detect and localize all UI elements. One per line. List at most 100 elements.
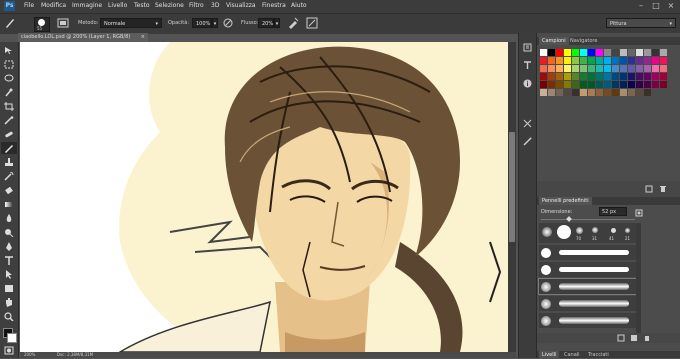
- color-swatch[interactable]: [588, 65, 595, 72]
- color-swatch[interactable]: [540, 57, 547, 64]
- minimize-button[interactable]: –: [636, 2, 646, 10]
- color-swatch[interactable]: [620, 89, 627, 96]
- color-swatch[interactable]: [620, 57, 627, 64]
- color-swatch[interactable]: [644, 81, 651, 88]
- color-swatch[interactable]: [628, 57, 635, 64]
- tab-brush-presets[interactable]: Pennelli predefiniti: [539, 197, 592, 205]
- color-swatch[interactable]: [580, 89, 587, 96]
- quick-selection-tool-icon[interactable]: [4, 88, 14, 97]
- brush-stroke-preview-3[interactable]: [538, 278, 637, 295]
- menu-immagine[interactable]: Immagine: [72, 2, 102, 9]
- color-swatch[interactable]: [596, 65, 603, 72]
- color-swatch[interactable]: [620, 49, 627, 56]
- color-swatch[interactable]: [540, 81, 547, 88]
- color-swatch[interactable]: [564, 57, 571, 64]
- menu-livello[interactable]: Livello: [108, 2, 127, 9]
- tab-navigator[interactable]: Navigatore: [567, 37, 600, 45]
- color-swatch[interactable]: [564, 49, 571, 56]
- new-swatch-icon[interactable]: [645, 185, 653, 193]
- color-swatch[interactable]: [596, 49, 603, 56]
- opacita-dropdown-button[interactable]: ▾: [212, 18, 218, 28]
- brush-stroke-preview-5[interactable]: [539, 313, 636, 328]
- color-swatch[interactable]: [548, 73, 555, 80]
- color-swatch[interactable]: [636, 73, 643, 80]
- close-button[interactable]: ×: [666, 2, 676, 10]
- menu-visualizza[interactable]: Visualizza: [226, 2, 256, 9]
- color-swatch[interactable]: [652, 73, 659, 80]
- color-swatch[interactable]: [636, 89, 643, 96]
- color-swatch[interactable]: [644, 65, 651, 72]
- color-swatch[interactable]: [540, 49, 547, 56]
- color-swatch[interactable]: [556, 49, 563, 56]
- move-tool-icon[interactable]: [4, 46, 14, 55]
- shape-tool-icon[interactable]: [4, 284, 14, 293]
- color-swatch[interactable]: [644, 49, 651, 56]
- color-swatch[interactable]: [636, 57, 643, 64]
- color-swatch[interactable]: [572, 81, 579, 88]
- color-swatch[interactable]: [628, 49, 635, 56]
- color-swatch[interactable]: [612, 73, 619, 80]
- menu-file[interactable]: File: [24, 2, 34, 9]
- brush-panel-toggle-icon[interactable]: [57, 17, 69, 29]
- color-swatch[interactable]: [652, 81, 659, 88]
- color-swatch[interactable]: [548, 49, 555, 56]
- pressure-size-icon[interactable]: [306, 17, 318, 29]
- color-swatch[interactable]: [620, 65, 627, 72]
- brush-panel-icon[interactable]: [523, 137, 532, 146]
- color-swatch[interactable]: [652, 65, 659, 72]
- color-swatch[interactable]: [596, 81, 603, 88]
- brush-stroke-preview-1[interactable]: [539, 245, 636, 260]
- close-tab-icon[interactable]: ×: [141, 33, 145, 42]
- brush-tip-41[interactable]: [611, 228, 616, 233]
- color-swatch[interactable]: [604, 73, 611, 80]
- menu-aiuto[interactable]: Aiuto: [291, 2, 307, 9]
- color-swatch[interactable]: [628, 65, 635, 72]
- color-swatch[interactable]: [636, 65, 643, 72]
- flusso-dropdown-button[interactable]: ▾: [274, 18, 280, 28]
- delete-swatch-icon[interactable]: [659, 185, 667, 193]
- color-swatch[interactable]: [636, 81, 643, 88]
- color-swatch[interactable]: [604, 57, 611, 64]
- scrollbar-thumb[interactable]: [509, 132, 515, 242]
- color-swatch[interactable]: [572, 65, 579, 72]
- color-swatch[interactable]: [556, 89, 563, 96]
- color-swatch[interactable]: [572, 49, 579, 56]
- color-swatch[interactable]: [660, 57, 667, 64]
- color-swatch[interactable]: [548, 81, 555, 88]
- document-canvas[interactable]: [20, 42, 508, 352]
- airbrush-icon[interactable]: [287, 17, 299, 29]
- color-swatch[interactable]: [580, 57, 587, 64]
- color-swatch[interactable]: [588, 89, 595, 96]
- eraser-tool-icon[interactable]: [4, 186, 14, 195]
- brush-tip-31[interactable]: [592, 227, 598, 233]
- quick-mask-icon[interactable]: [4, 346, 14, 355]
- menu-finestra[interactable]: Finestra: [262, 2, 286, 9]
- metodo-select[interactable]: Normale ▾: [100, 18, 162, 28]
- color-swatch[interactable]: [604, 65, 611, 72]
- path-selection-tool-icon[interactable]: [4, 270, 14, 279]
- color-swatch[interactable]: [564, 65, 571, 72]
- brush-tip-soft[interactable]: [542, 227, 552, 237]
- color-swatch[interactable]: [580, 73, 587, 80]
- marquee-tool-icon[interactable]: [4, 60, 14, 69]
- tool-presets-panel-icon[interactable]: [523, 119, 532, 128]
- menu-selezione[interactable]: Selezione: [155, 2, 184, 9]
- color-swatch[interactable]: [660, 73, 667, 80]
- color-swatch[interactable]: [548, 65, 555, 72]
- color-swatch[interactable]: [652, 49, 659, 56]
- color-swatch[interactable]: [620, 73, 627, 80]
- dodge-tool-icon[interactable]: [4, 228, 14, 237]
- color-swatch[interactable]: [548, 57, 555, 64]
- clone-stamp-tool-icon[interactable]: [4, 158, 14, 167]
- size-slider-track[interactable]: [541, 219, 635, 220]
- color-swatch[interactable]: [564, 89, 571, 96]
- canvas-vertical-scrollbar[interactable]: [508, 42, 516, 352]
- tab-swatches[interactable]: Campioni: [539, 37, 569, 45]
- history-panel-icon[interactable]: [523, 43, 532, 52]
- type-tool-icon[interactable]: [4, 256, 14, 265]
- color-swatch[interactable]: [548, 89, 555, 96]
- color-swatch[interactable]: [596, 89, 603, 96]
- color-swatch[interactable]: [628, 89, 635, 96]
- color-swatch[interactable]: [572, 73, 579, 80]
- color-swatch[interactable]: [540, 73, 547, 80]
